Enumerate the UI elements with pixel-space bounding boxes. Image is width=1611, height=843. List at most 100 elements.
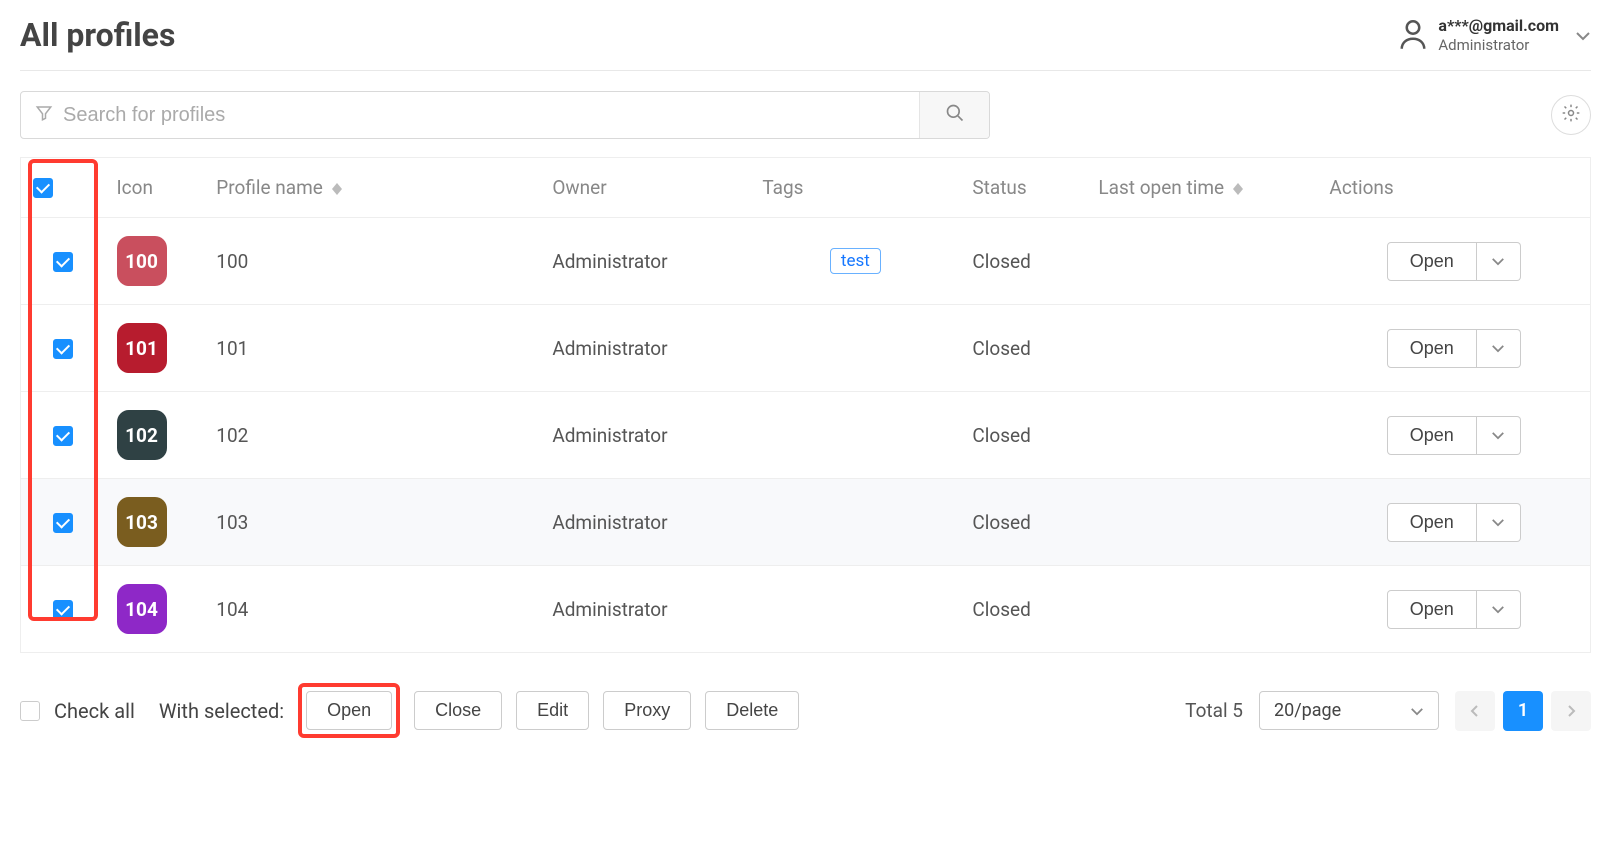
profile-actions: Open [1317, 566, 1590, 653]
profile-owner: Administrator [540, 479, 750, 566]
sort-icon [332, 183, 342, 195]
open-button[interactable]: Open [1387, 503, 1477, 542]
row-checkbox[interactable] [53, 426, 73, 446]
search-button[interactable] [919, 92, 989, 138]
account-text: a***@gmail.com Administrator [1438, 16, 1559, 53]
bulk-proxy-button[interactable]: Proxy [603, 691, 691, 730]
search-row [20, 91, 1591, 139]
profile-actions: Open [1317, 479, 1590, 566]
profile-name[interactable]: 103 [204, 479, 540, 566]
profile-tags [750, 305, 960, 392]
profile-icon: 100 [117, 236, 167, 286]
profile-last-open [1086, 218, 1317, 305]
gear-icon [1561, 103, 1581, 127]
profile-owner: Administrator [540, 392, 750, 479]
row-checkbox[interactable] [53, 513, 73, 533]
footer-left: Check all With selected: Open Close Edit… [20, 683, 799, 738]
column-profile-name[interactable]: Profile name [204, 158, 540, 218]
page-size-select[interactable]: 20/page [1259, 691, 1439, 730]
footer-right: Total 5 20/page 1 [1185, 691, 1591, 731]
open-button-more[interactable] [1477, 503, 1521, 542]
row-checkbox[interactable] [53, 252, 73, 272]
search-input[interactable] [63, 104, 905, 127]
profile-status: Closed [960, 218, 1086, 305]
account-email: a***@gmail.com [1438, 16, 1559, 35]
pager-prev[interactable] [1455, 691, 1495, 731]
row-checkbox[interactable] [53, 600, 73, 620]
open-button[interactable]: Open [1387, 329, 1477, 368]
table-row: 104104AdministratorClosedOpen [21, 566, 1591, 653]
profile-name[interactable]: 101 [204, 305, 540, 392]
profile-icon: 102 [117, 410, 167, 460]
bulk-delete-button[interactable]: Delete [705, 691, 799, 730]
column-checkbox [21, 158, 105, 218]
open-button-more[interactable] [1477, 590, 1521, 629]
profiles-table: Icon Profile name Owner Tags Status Last… [20, 157, 1591, 653]
pager-page-1[interactable]: 1 [1503, 691, 1543, 731]
select-all-checkbox[interactable] [33, 178, 53, 198]
profile-last-open [1086, 392, 1317, 479]
profile-icon: 104 [117, 584, 167, 634]
column-icon: Icon [105, 158, 205, 218]
header: All profiles a***@gmail.com Administrato… [20, 16, 1591, 71]
column-tags: Tags [750, 158, 960, 218]
open-button-more[interactable] [1477, 242, 1521, 281]
open-button[interactable]: Open [1387, 590, 1477, 629]
profile-last-open [1086, 305, 1317, 392]
pagination: 1 [1455, 691, 1591, 731]
page-size-label: 20/page [1274, 700, 1341, 721]
table-area: Icon Profile name Owner Tags Status Last… [20, 157, 1591, 653]
sort-icon [1233, 183, 1243, 195]
open-button[interactable]: Open [1387, 416, 1477, 455]
column-last-open[interactable]: Last open time [1086, 158, 1317, 218]
profile-owner: Administrator [540, 305, 750, 392]
profile-tags [750, 566, 960, 653]
profile-tags [750, 392, 960, 479]
chevron-down-icon [1410, 700, 1424, 721]
row-checkbox[interactable] [53, 339, 73, 359]
profile-status: Closed [960, 392, 1086, 479]
chevron-down-icon [1575, 26, 1591, 45]
bulk-edit-button[interactable]: Edit [516, 691, 589, 730]
table-row: 100100AdministratortestClosedOpen [21, 218, 1591, 305]
search-icon [945, 103, 965, 127]
profile-owner: Administrator [540, 218, 750, 305]
profile-name[interactable]: 100 [204, 218, 540, 305]
pager-next[interactable] [1551, 691, 1591, 731]
profile-owner: Administrator [540, 566, 750, 653]
highlight-open-button: Open [298, 683, 400, 738]
profile-last-open [1086, 479, 1317, 566]
page-title: All profiles [20, 16, 175, 54]
table-row: 102102AdministratorClosedOpen [21, 392, 1591, 479]
open-button[interactable]: Open [1387, 242, 1477, 281]
account-role: Administrator [1438, 36, 1559, 54]
table-row: 101101AdministratorClosedOpen [21, 305, 1591, 392]
with-selected-label: With selected: [159, 699, 284, 723]
footer: Check all With selected: Open Close Edit… [20, 683, 1591, 738]
tag-chip[interactable]: test [830, 248, 881, 274]
column-actions: Actions [1317, 158, 1590, 218]
profile-last-open [1086, 566, 1317, 653]
column-profile-name-label: Profile name [216, 176, 323, 199]
profile-icon: 103 [117, 497, 167, 547]
column-last-open-label: Last open time [1098, 176, 1224, 199]
profile-actions: Open [1317, 392, 1590, 479]
bulk-close-button[interactable]: Close [414, 691, 502, 730]
profile-status: Closed [960, 479, 1086, 566]
profile-tags [750, 479, 960, 566]
profile-icon: 101 [117, 323, 167, 373]
user-icon [1398, 18, 1428, 52]
profile-status: Closed [960, 566, 1086, 653]
open-button-more[interactable] [1477, 329, 1521, 368]
open-button-more[interactable] [1477, 416, 1521, 455]
settings-button[interactable] [1551, 95, 1591, 135]
profile-tags: test [750, 218, 960, 305]
check-all-checkbox[interactable] [20, 701, 40, 721]
account-menu[interactable]: a***@gmail.com Administrator [1398, 16, 1591, 53]
profile-name[interactable]: 102 [204, 392, 540, 479]
filter-icon [35, 104, 63, 126]
profile-name[interactable]: 104 [204, 566, 540, 653]
table-row: 103103AdministratorClosedOpen [21, 479, 1591, 566]
total-count: Total 5 [1185, 699, 1243, 722]
bulk-open-button[interactable]: Open [306, 691, 392, 730]
